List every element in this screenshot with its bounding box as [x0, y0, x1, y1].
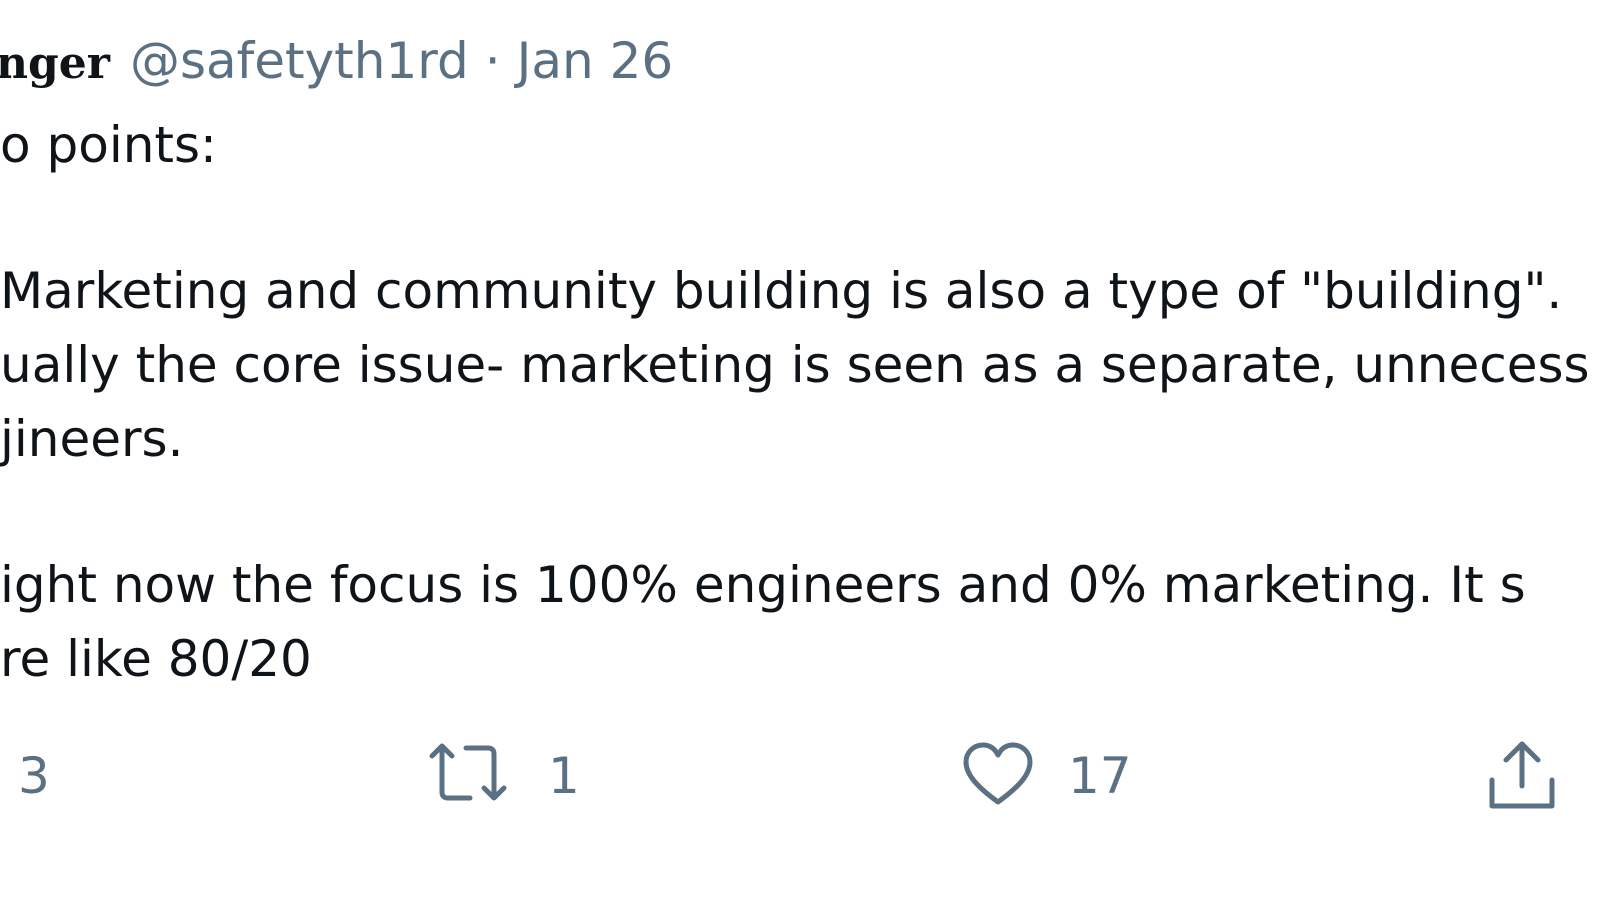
like-button[interactable]: 17	[958, 736, 1132, 816]
tweet-actions: 3 1 17	[0, 736, 1600, 816]
user-handle[interactable]: @safetyth1rd	[130, 32, 469, 90]
tweet-text-line: ight now the focus is 100% engineers and…	[0, 556, 1526, 614]
tweet-text-line: o points:	[0, 116, 217, 174]
tweet-text-line: re like 80/20	[0, 630, 312, 688]
heart-icon	[958, 736, 1038, 816]
like-count: 17	[1068, 747, 1132, 805]
retweet-icon	[428, 736, 508, 816]
display-name[interactable]: nger	[0, 38, 110, 89]
tweet-text-line: Marketing and community building is also…	[0, 262, 1563, 320]
reply-count: 3	[18, 747, 50, 805]
retweet-count: 1	[548, 747, 580, 805]
tweet-date[interactable]: Jan 26	[517, 32, 674, 90]
tweet: nger @safetyth1rd · Jan 26 o points: Mar…	[0, 0, 1600, 900]
header-separator: ·	[484, 32, 501, 90]
tweet-text-line: jineers.	[0, 410, 184, 468]
tweet-header: nger @safetyth1rd · Jan 26	[0, 32, 673, 112]
share-icon	[1482, 736, 1562, 816]
reply-button[interactable]: 3	[18, 736, 50, 816]
share-button[interactable]	[1482, 736, 1562, 816]
retweet-button[interactable]: 1	[428, 736, 580, 816]
tweet-text-line: ually the core issue- marketing is seen …	[0, 336, 1590, 394]
